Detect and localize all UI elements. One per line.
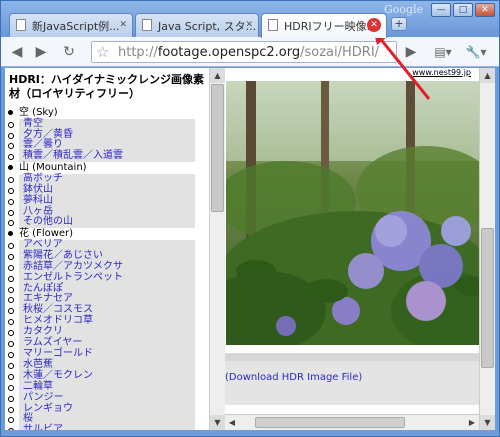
url-host: footage.openspc2.org (157, 45, 301, 60)
scroll-thumb[interactable] (211, 84, 224, 212)
url-prefix: http:// (118, 45, 158, 60)
category-list: 空 (Sky) 青空 夕方／黄昏 雲／曇り 積雲／積乱雲／入道雲山 (Mountain)… (5, 107, 209, 430)
close-window-button[interactable]: ✕ (475, 3, 495, 17)
scroll-left-icon[interactable]: ◀ (225, 416, 239, 429)
reload-button[interactable]: ↻ (59, 42, 79, 62)
toolbar: ◀ ▶ ↻ ☆ http://footage.openspc2.org/soza… (1, 37, 499, 67)
divider-band (225, 353, 479, 361)
category-link[interactable]: サルビア (8, 424, 195, 430)
tab-1[interactable]: 新JavaScript例... ✕ (9, 13, 133, 37)
category-link[interactable]: その他の山 (8, 217, 195, 229)
category-link[interactable]: エンゼルトランペット (8, 272, 195, 284)
scroll-right-icon[interactable]: ▶ (465, 416, 479, 429)
right-frame: www.nest99.jp (Download HDR Image File) … (225, 68, 479, 430)
category-link[interactable]: 積雲／積乱雲／入道雲 (8, 150, 195, 163)
close-tab-icon[interactable]: ✕ (245, 20, 253, 30)
right-frame-scrollbar[interactable]: ▲ ▼ (479, 68, 495, 430)
maximize-button[interactable]: □ (453, 3, 473, 17)
hydrangea-photo (226, 81, 479, 345)
page-title: HDRI：ハイダイナミックレンジ画像素材（ロイヤリティフリー） (9, 73, 205, 100)
scroll-up-icon[interactable]: ▲ (480, 68, 495, 83)
minimize-button[interactable]: — (431, 3, 451, 17)
address-bar[interactable]: ☆ http://footage.openspc2.org/sozai/HDRI… (91, 41, 397, 63)
category-link[interactable]: 青空 (8, 118, 195, 130)
tab-label: HDRIフリー映像... (284, 20, 378, 33)
close-tab-icon[interactable]: ✕ (367, 18, 381, 32)
url-text[interactable]: http://footage.openspc2.org/sozai/HDRI/ (118, 45, 379, 60)
scroll-thumb[interactable] (481, 228, 494, 368)
page-content: HDRI：ハイダイナミックレンジ画像素材（ロイヤリティフリー） 空 (Sky) 青… (5, 68, 495, 430)
browser-window: Google — □ ✕ 新JavaScript例... ✕ Java Scri… (0, 0, 500, 437)
scroll-thumb[interactable] (255, 417, 405, 428)
url-path: /sozai/HDRI/ (300, 45, 380, 60)
tab-label: 新JavaScript例... (32, 20, 120, 33)
scroll-up-icon[interactable]: ▲ (210, 68, 225, 83)
category-link[interactable]: 二輪草 (8, 381, 195, 393)
new-tab-button[interactable]: + (391, 17, 407, 31)
category-link[interactable]: 夢科山 (8, 195, 195, 207)
left-frame: HDRI：ハイダイナミックレンジ画像素材（ロイヤリティフリー） 空 (Sky) 青… (5, 68, 209, 430)
category-link[interactable]: 鉢伏山 (8, 184, 195, 196)
tab-2[interactable]: Java Script, スタ... ✕ (135, 13, 259, 37)
page-icon (268, 19, 278, 31)
wrench-menu-button[interactable]: 🔧▾ (461, 42, 491, 62)
page-icon (16, 19, 26, 31)
download-hdr-link[interactable]: (Download HDR Image File) (225, 372, 362, 383)
credit-link[interactable]: www.nest99.jp (412, 68, 471, 77)
title-bar: Google — □ ✕ 新JavaScript例... ✕ Java Scri… (1, 1, 499, 38)
left-frame-scrollbar[interactable]: ▲ ▼ (209, 68, 225, 430)
page-icon (142, 19, 152, 31)
forward-button[interactable]: ▶ (31, 42, 51, 62)
tab-label: Java Script, スタ... (158, 20, 257, 33)
tab-3-active[interactable]: HDRIフリー映像... ✕ (261, 13, 387, 38)
download-area (225, 361, 479, 405)
scroll-down-icon[interactable]: ▼ (480, 415, 495, 430)
category-heading: 空 (Sky) (5, 107, 209, 119)
back-button[interactable]: ◀ (7, 42, 27, 62)
google-brand: Google (384, 3, 424, 16)
go-button[interactable]: ▶ (401, 42, 421, 62)
bookmark-star-icon[interactable]: ☆ (96, 43, 109, 61)
category-link[interactable]: パンジー (8, 392, 195, 404)
category-link[interactable]: レンギョウ (8, 403, 195, 415)
right-frame-hscrollbar[interactable]: ◀ ▶ (225, 414, 479, 430)
scroll-down-icon[interactable]: ▼ (210, 415, 225, 430)
page-menu-button[interactable]: ▤▾ (429, 42, 457, 62)
close-tab-icon[interactable]: ✕ (119, 20, 127, 30)
